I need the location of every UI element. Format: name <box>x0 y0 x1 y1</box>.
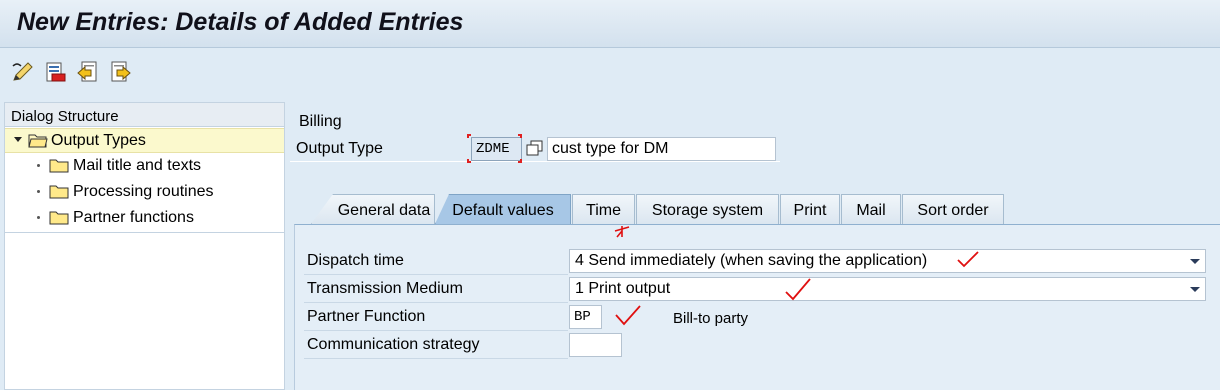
delete-icon[interactable] <box>43 60 67 84</box>
annotation-checkmark-icon <box>785 278 811 301</box>
annotation-checkmark-icon <box>957 251 979 268</box>
partner-function-label: Partner Function <box>307 308 426 325</box>
communication-strategy-label: Communication strategy <box>307 336 480 353</box>
tree-bullet-icon <box>37 190 40 193</box>
tab-time[interactable]: Time <box>572 194 635 224</box>
open-folder-icon <box>28 134 48 148</box>
title-bar: New Entries: Details of Added Entries <box>0 0 1220 48</box>
details-icon[interactable] <box>526 140 543 157</box>
output-type-code-field[interactable]: ZDME <box>471 137 522 161</box>
page-title: New Entries: Details of Added Entries <box>17 8 464 36</box>
tab-mail[interactable]: Mail <box>841 194 901 224</box>
tree-item-processing-routines[interactable]: Processing routines <box>5 180 284 205</box>
communication-strategy-field[interactable] <box>569 333 622 357</box>
next-entry-icon[interactable] <box>108 60 132 84</box>
folder-icon <box>49 211 69 225</box>
dialog-structure-header: Dialog Structure <box>5 103 284 127</box>
annotation-corner <box>467 134 471 138</box>
previous-entry-icon[interactable] <box>76 60 100 84</box>
divider <box>5 232 284 233</box>
tab-storage-system[interactable]: Storage system <box>636 194 779 224</box>
folder-icon <box>49 185 69 199</box>
folder-icon <box>49 159 69 173</box>
dispatch-time-label: Dispatch time <box>307 252 404 269</box>
annotation-checkmark-icon <box>615 305 641 326</box>
transmission-medium-value: 1 Print output <box>575 280 671 297</box>
tree-item-label: Mail title and texts <box>73 157 202 174</box>
tree-bullet-icon <box>37 216 40 219</box>
dispatch-time-dropdown[interactable]: 4 Send immediately (when saving the appl… <box>569 249 1206 273</box>
tree-item-mail-title[interactable]: Mail title and texts <box>5 154 284 179</box>
output-type-label: Output Type <box>296 140 383 157</box>
divider <box>304 358 568 359</box>
tree-bullet-icon <box>37 164 40 167</box>
tree-item-label: Partner functions <box>73 209 194 226</box>
divider <box>304 302 568 303</box>
annotation-corner <box>518 159 522 163</box>
expand-arrow-icon[interactable] <box>14 137 22 142</box>
dialog-structure-panel: Dialog Structure Output Types Mail title… <box>4 102 285 390</box>
partner-function-field[interactable]: BP <box>569 305 602 329</box>
toolbar <box>0 49 1220 97</box>
tree-item-partner-functions[interactable]: Partner functions <box>5 206 284 231</box>
output-type-description-field[interactable]: cust type for DM <box>547 137 776 161</box>
dropdown-arrow-icon[interactable] <box>1190 287 1200 292</box>
transmission-medium-dropdown[interactable]: 1 Print output <box>569 277 1206 301</box>
dropdown-arrow-icon[interactable] <box>1190 259 1200 264</box>
tab-print[interactable]: Print <box>780 194 840 224</box>
tab-sort-order[interactable]: Sort order <box>902 194 1004 224</box>
tab-general-data[interactable]: General data <box>311 194 435 224</box>
edit-display-icon[interactable] <box>11 60 35 84</box>
tab-default-values[interactable]: Default values <box>435 194 571 224</box>
annotation-corner <box>518 134 522 138</box>
divider <box>304 274 568 275</box>
tree-item-label: Output Types <box>51 132 146 149</box>
billing-label: Billing <box>299 113 342 130</box>
divider <box>304 330 568 331</box>
transmission-medium-label: Transmission Medium <box>307 280 463 297</box>
tree-item-output-types[interactable]: Output Types <box>5 128 284 153</box>
annotation-star-icon <box>614 226 630 238</box>
dispatch-time-value: 4 Send immediately (when saving the appl… <box>575 252 928 269</box>
annotation-corner <box>467 159 471 163</box>
tree-item-label: Processing routines <box>73 183 214 200</box>
partner-function-description: Bill-to party <box>673 310 749 327</box>
